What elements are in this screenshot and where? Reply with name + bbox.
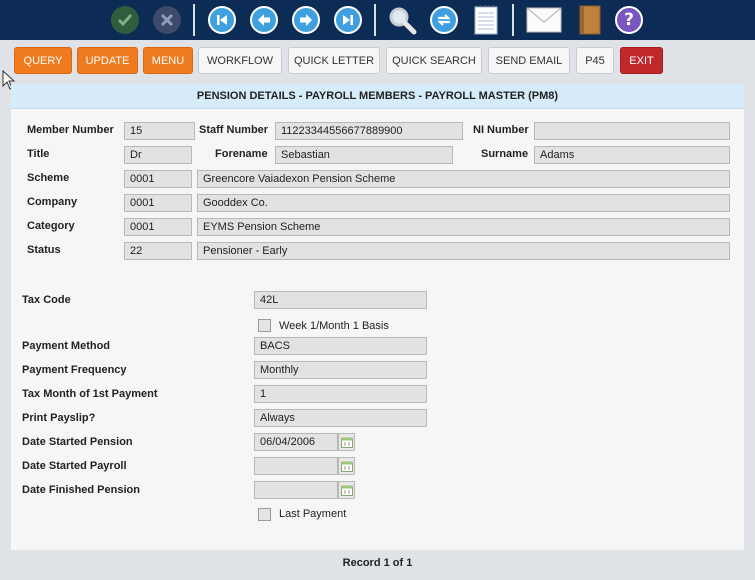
last-payment-checkbox[interactable] (258, 508, 271, 521)
scheme-name-field[interactable]: Greencore Vaiadexon Pension Scheme (197, 170, 730, 188)
p45-button[interactable]: P45 (576, 47, 614, 74)
search-icon[interactable] (387, 5, 417, 35)
refresh-icon[interactable] (429, 5, 459, 35)
query-button[interactable]: QUERY (14, 47, 72, 74)
top-toolbar: ? (0, 0, 755, 40)
status-code-field[interactable]: 22 (124, 242, 192, 260)
status-name-field[interactable]: Pensioner - Early (197, 242, 730, 260)
week1-month1-checkbox[interactable] (258, 319, 271, 332)
payment-method-field[interactable]: BACS (254, 337, 427, 355)
toolbar-separator (193, 4, 195, 36)
ni-number-field[interactable] (534, 122, 730, 140)
update-button[interactable]: UPDATE (77, 47, 138, 74)
send-email-button[interactable]: SEND EMAIL (488, 47, 570, 74)
title-field[interactable]: Dr (124, 146, 192, 164)
last-record-icon[interactable] (333, 5, 363, 35)
calendar-icon[interactable] (338, 433, 355, 451)
toolbar-separator (374, 4, 376, 36)
menu-button[interactable]: MENU (143, 47, 193, 74)
print-payslip-field[interactable]: Always (254, 409, 427, 427)
notepad-icon[interactable] (471, 5, 501, 35)
date-started-payroll-label: Date Started Payroll (22, 460, 127, 472)
print-payslip-label: Print Payslip? (22, 412, 96, 424)
calendar-icon[interactable] (338, 481, 355, 499)
date-finished-pension-label: Date Finished Pension (22, 484, 140, 496)
scheme-label: Scheme (27, 172, 70, 184)
confirm-icon[interactable] (110, 5, 140, 35)
tax-month-field[interactable]: 1 (254, 385, 427, 403)
payment-frequency-label: Payment Frequency (22, 364, 127, 376)
date-started-pension-field[interactable]: 06/04/2006 (254, 433, 338, 451)
date-finished-pension-field[interactable] (254, 481, 338, 499)
company-name-field[interactable]: Gooddex Co. (197, 194, 730, 212)
tax-month-label: Tax Month of 1st Payment (22, 388, 158, 400)
payment-method-label: Payment Method (22, 340, 111, 352)
address-book-icon[interactable] (575, 5, 605, 35)
surname-field[interactable]: Adams (534, 146, 730, 164)
previous-record-icon[interactable] (249, 5, 279, 35)
title-label: Title (27, 148, 50, 160)
email-icon[interactable] (525, 5, 563, 35)
exit-button[interactable]: EXIT (620, 47, 663, 74)
week1-month1-label: Week 1/Month 1 Basis (279, 320, 389, 332)
workflow-button[interactable]: WORKFLOW (198, 47, 282, 74)
cancel-icon[interactable] (152, 5, 182, 35)
quick-search-button[interactable]: QUICK SEARCH (386, 47, 482, 74)
forename-label: Forename (215, 148, 268, 160)
payment-frequency-field[interactable]: Monthly (254, 361, 427, 379)
first-record-icon[interactable] (207, 5, 237, 35)
next-record-icon[interactable] (291, 5, 321, 35)
company-label: Company (27, 196, 78, 208)
scheme-code-field[interactable]: 0001 (124, 170, 192, 188)
staff-number-label: Staff Number (199, 124, 269, 136)
category-name-field[interactable]: EYMS Pension Scheme (197, 218, 730, 236)
staff-number-field[interactable]: 11223344556677889900 (275, 122, 463, 140)
category-label: Category (27, 220, 75, 232)
date-started-pension-label: Date Started Pension (22, 436, 133, 448)
record-counter: Record 1 of 1 (342, 557, 413, 569)
member-number-label: Member Number (27, 124, 114, 136)
panel-title: PENSION DETAILS - PAYROLL MEMBERS - PAYR… (11, 84, 744, 109)
quick-letter-button[interactable]: QUICK LETTER (288, 47, 380, 74)
category-code-field[interactable]: 0001 (124, 218, 192, 236)
calendar-icon[interactable] (338, 457, 355, 475)
ni-number-label: NI Number (473, 124, 529, 136)
last-payment-label: Last Payment (279, 508, 347, 520)
tax-code-field[interactable]: 42L (254, 291, 427, 309)
status-label: Status (27, 244, 61, 256)
forename-field[interactable]: Sebastian (275, 146, 453, 164)
member-number-field[interactable]: 15 (124, 122, 195, 140)
toolbar-separator (512, 4, 514, 36)
tax-code-label: Tax Code (22, 294, 71, 306)
date-started-payroll-field[interactable] (254, 457, 338, 475)
surname-label: Surname (481, 148, 529, 160)
pension-details-panel: PENSION DETAILS - PAYROLL MEMBERS - PAYR… (11, 84, 744, 550)
company-code-field[interactable]: 0001 (124, 194, 192, 212)
help-icon[interactable]: ? (614, 5, 644, 35)
